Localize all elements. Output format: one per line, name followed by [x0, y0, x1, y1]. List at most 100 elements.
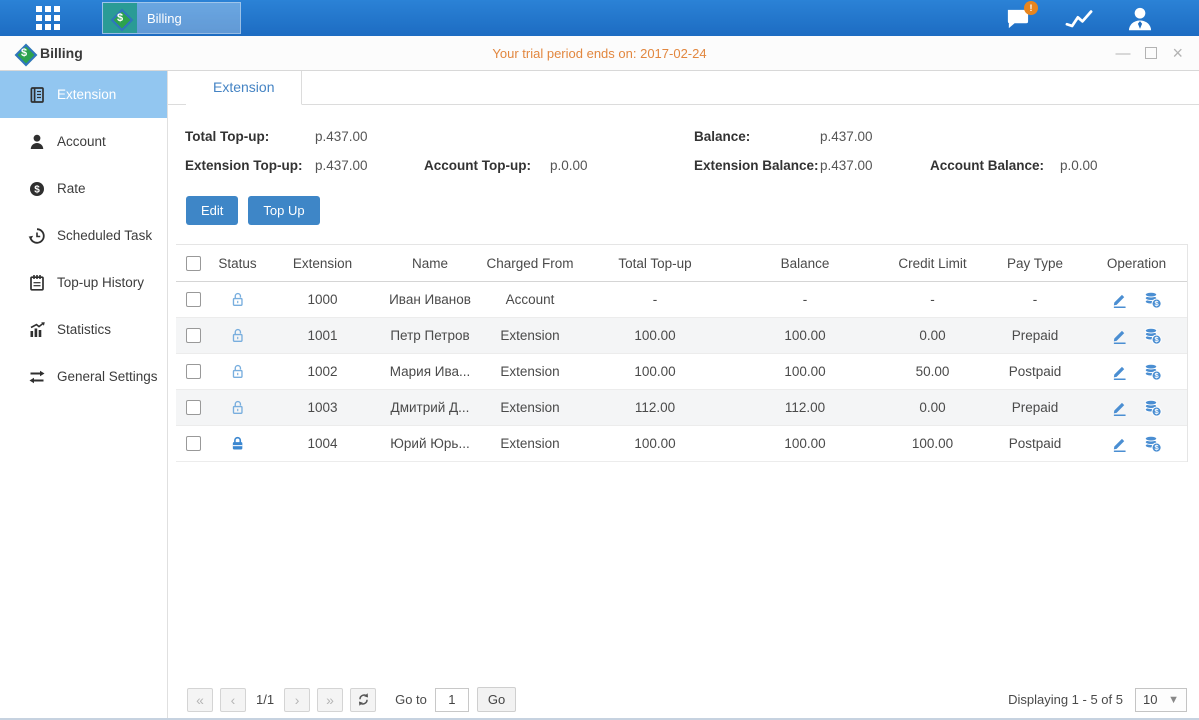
top-up-row-icon[interactable]: $ [1143, 398, 1162, 417]
balance-value: p.437.00 [820, 129, 930, 144]
minimize-button[interactable]: — [1115, 46, 1130, 61]
row-checkbox[interactable] [186, 364, 201, 379]
credit-limit: 0.00 [880, 400, 985, 415]
table-row: 1003 Дмитрий Д... Extension 112.00 112.0… [176, 390, 1187, 426]
col-credit-limit: Credit Limit [880, 256, 985, 271]
balance-label: Balance: [694, 129, 820, 144]
go-button[interactable]: Go [477, 687, 516, 712]
messages-icon[interactable]: ! [1004, 6, 1031, 31]
next-page-button[interactable]: › [284, 688, 310, 712]
charged-from: Extension [480, 436, 580, 451]
page-size-select[interactable]: 10 ▼ [1135, 688, 1187, 712]
chevron-down-icon: ▼ [1168, 694, 1179, 706]
sidebar-item-statistics[interactable]: Statistics [0, 306, 167, 353]
row-checkbox[interactable] [186, 328, 201, 343]
total-topup: 100.00 [580, 328, 730, 343]
user-icon[interactable] [1127, 6, 1153, 31]
edit-row-icon[interactable] [1111, 291, 1128, 309]
charged-from: Extension [480, 364, 580, 379]
close-button[interactable]: × [1172, 44, 1183, 62]
top-up-row-icon[interactable]: $ [1143, 434, 1162, 453]
extension-name: Мария Ива... [380, 364, 480, 379]
trial-notice: Your trial period ends on: 2017-02-24 [492, 46, 706, 61]
taskbar-tab-label: Billing [137, 11, 240, 26]
top-up-row-icon[interactable]: $ [1143, 362, 1162, 381]
account-topup-value: p.0.00 [550, 158, 694, 173]
extension-name: Юрий Юрь... [380, 436, 480, 451]
col-extension: Extension [265, 256, 380, 271]
extension-number: 1000 [265, 292, 380, 307]
sidebar-item-general-settings[interactable]: General Settings [0, 353, 167, 400]
edit-button[interactable]: Edit [186, 196, 238, 225]
balance: 100.00 [730, 328, 880, 343]
displaying-text: Displaying 1 - 5 of 5 [1008, 692, 1123, 707]
credit-limit: - [880, 292, 985, 307]
history-clock-icon [28, 227, 46, 245]
lock-open-icon [210, 399, 265, 416]
maximize-button[interactable] [1145, 47, 1157, 59]
charged-from: Extension [480, 400, 580, 415]
top-up-button[interactable]: Top Up [248, 196, 319, 225]
taskbar-tab-billing[interactable]: $ Billing [102, 2, 241, 34]
window-title: $ Billing [14, 43, 83, 63]
row-checkbox[interactable] [186, 292, 201, 307]
pay-type: Postpaid [985, 364, 1085, 379]
main-content: Extension Total Top-up: p.437.00 Balance… [168, 71, 1199, 720]
table-row: 1004 Юрий Юрь... Extension 100.00 100.00… [176, 426, 1187, 462]
tab-extension[interactable]: Extension [186, 71, 302, 105]
edit-row-icon[interactable] [1111, 399, 1128, 417]
refresh-icon [356, 692, 371, 707]
resource-monitor-icon[interactable] [1065, 7, 1093, 30]
extension-table: Status Extension Name Charged From Total… [176, 244, 1188, 462]
balance: 100.00 [730, 364, 880, 379]
tab-strip: Extension [168, 71, 1199, 105]
first-page-button[interactable]: « [187, 688, 213, 712]
table-row: 1001 Петр Петров Extension 100.00 100.00… [176, 318, 1187, 354]
extension-topup-label: Extension Top-up: [185, 158, 315, 173]
refresh-button[interactable] [350, 688, 376, 712]
goto-page-input[interactable] [435, 688, 469, 712]
top-up-row-icon[interactable]: $ [1143, 290, 1162, 309]
pay-type: Prepaid [985, 328, 1085, 343]
sidebar-item-account[interactable]: Account [0, 118, 167, 165]
titlebar: $ Billing Your trial period ends on: 201… [0, 36, 1199, 71]
sidebar-item-topup-history[interactable]: Top-up History [0, 259, 167, 306]
sidebar-item-scheduled-task[interactable]: Scheduled Task [0, 212, 167, 259]
balance: 100.00 [730, 436, 880, 451]
account-balance-value: p.0.00 [1060, 158, 1199, 173]
person-icon [28, 133, 46, 151]
account-balance-label: Account Balance: [930, 158, 1060, 173]
taskbar-status-area: ! [1004, 6, 1153, 31]
sidebar-item-label: General Settings [57, 369, 158, 384]
total-topup-label: Total Top-up: [185, 129, 315, 144]
pagination-bar: « ‹ 1/1 › » Go to Go Displaying [187, 687, 1187, 712]
total-topup: 100.00 [580, 364, 730, 379]
sidebar-item-extension[interactable]: Extension [0, 71, 167, 118]
edit-row-icon[interactable] [1111, 327, 1128, 345]
row-checkbox[interactable] [186, 436, 201, 451]
extension-topup-value: p.437.00 [315, 158, 424, 173]
top-up-row-icon[interactable]: $ [1143, 326, 1162, 345]
sidebar-item-label: Extension [57, 87, 116, 102]
page-size-value: 10 [1143, 692, 1157, 707]
credit-limit: 0.00 [880, 328, 985, 343]
edit-row-icon[interactable] [1111, 363, 1128, 381]
transfer-arrows-icon [28, 368, 46, 386]
prev-page-button[interactable]: ‹ [220, 688, 246, 712]
lock-open-icon [210, 327, 265, 344]
select-all-checkbox[interactable] [186, 256, 201, 271]
col-total-topup: Total Top-up [580, 256, 730, 271]
sidebar-item-label: Scheduled Task [57, 228, 152, 243]
col-balance: Balance [730, 256, 880, 271]
extension-balance-label: Extension Balance: [694, 158, 820, 173]
billing-summary: Total Top-up: p.437.00 Balance: p.437.00… [168, 105, 1199, 173]
table-header-row: Status Extension Name Charged From Total… [176, 244, 1187, 282]
edit-row-icon[interactable] [1111, 435, 1128, 453]
sidebar-item-rate[interactable]: $ Rate [0, 165, 167, 212]
apps-menu-icon[interactable] [36, 6, 60, 30]
row-checkbox[interactable] [186, 400, 201, 415]
extension-balance-value: p.437.00 [820, 158, 930, 173]
col-status: Status [210, 256, 265, 271]
last-page-button[interactable]: » [317, 688, 343, 712]
credit-limit: 100.00 [880, 436, 985, 451]
